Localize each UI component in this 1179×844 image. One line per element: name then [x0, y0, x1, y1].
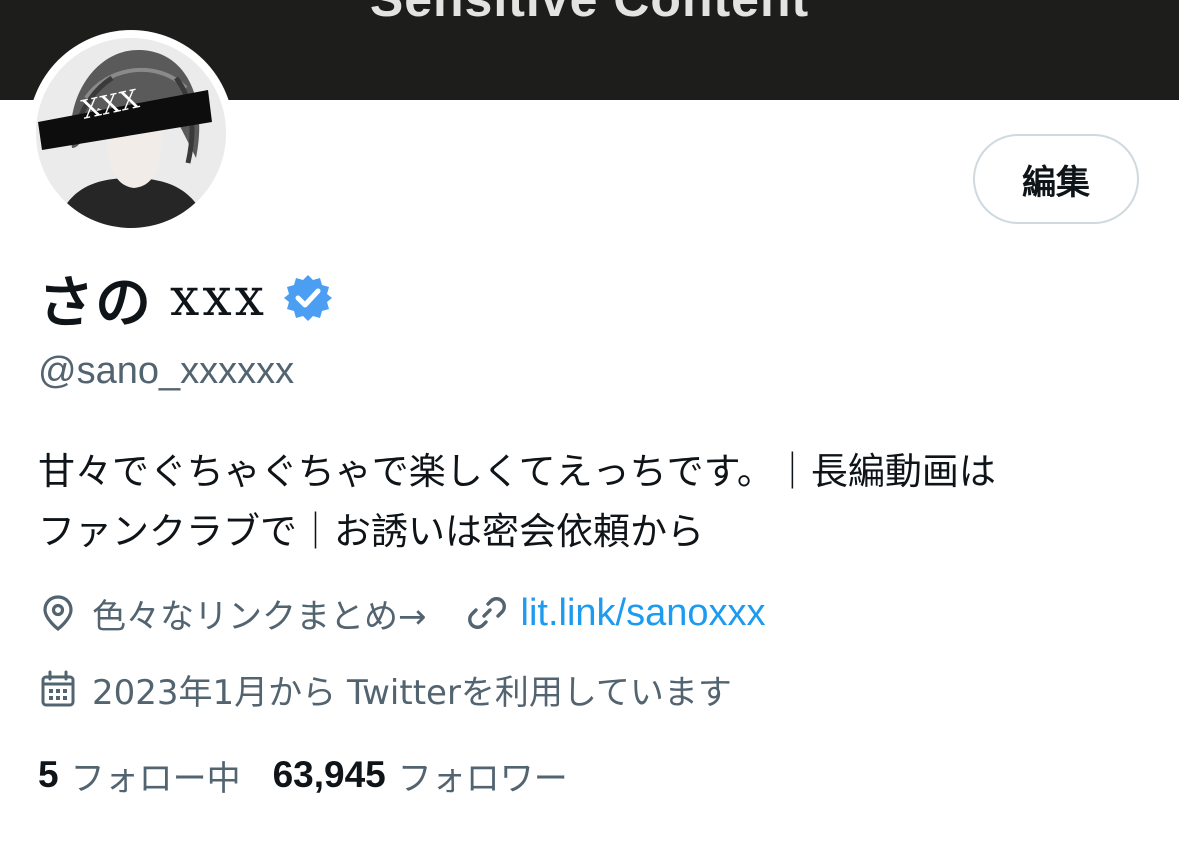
- user-handle: @sano_xxxxxx: [38, 350, 295, 392]
- profile-meta-links: 色々なリンクまとめ→ lit.link/sanoxxx: [38, 588, 765, 638]
- followers-count: 63,945: [272, 754, 386, 795]
- profile-joined-row: 2023年1月から Twitterを利用しています: [38, 664, 732, 714]
- bio-line-2: ファンクラブで｜お誘いは密会依頼から: [38, 510, 704, 553]
- profile-website-link[interactable]: lit.link/sanoxxx: [521, 592, 766, 635]
- avatar-illustration: [36, 38, 226, 228]
- avatar-image: XXX: [36, 38, 226, 228]
- following-label: フォロー中: [70, 758, 241, 799]
- followers-label: フォロワー: [397, 758, 568, 799]
- location-text: 色々なリンクまとめ→: [92, 596, 427, 637]
- avatar[interactable]: XXX: [28, 30, 234, 236]
- location-pin-icon: [43, 595, 73, 632]
- bio-line-1: 甘々でぐちゃぐちゃで楽しくてえっちです。｜長編動画は: [38, 450, 996, 493]
- joined-date-text: 2023年1月から Twitterを利用しています: [92, 672, 732, 713]
- followers-link[interactable]: 63,945 フォロワー: [273, 751, 568, 800]
- calendar-icon: [41, 670, 75, 707]
- verified-badge-icon[interactable]: [283, 273, 333, 323]
- display-name-row: さの xxx: [38, 262, 333, 336]
- following-count: 5: [38, 754, 59, 795]
- edit-profile-button[interactable]: 編集: [973, 134, 1139, 224]
- link-icon: [467, 597, 506, 629]
- display-name-suffix: xxx: [170, 268, 267, 328]
- following-link[interactable]: 5 フォロー中: [38, 751, 241, 800]
- follow-stats: 5 フォロー中 63,945 フォロワー: [38, 750, 568, 800]
- display-name: さの: [38, 270, 152, 336]
- sensitive-content-label: Sensitive Content: [0, 0, 1179, 24]
- profile-bio: 甘々でぐちゃぐちゃで楽しくてえっちです。｜長編動画は ファンクラブで｜お誘いは密…: [38, 442, 1148, 562]
